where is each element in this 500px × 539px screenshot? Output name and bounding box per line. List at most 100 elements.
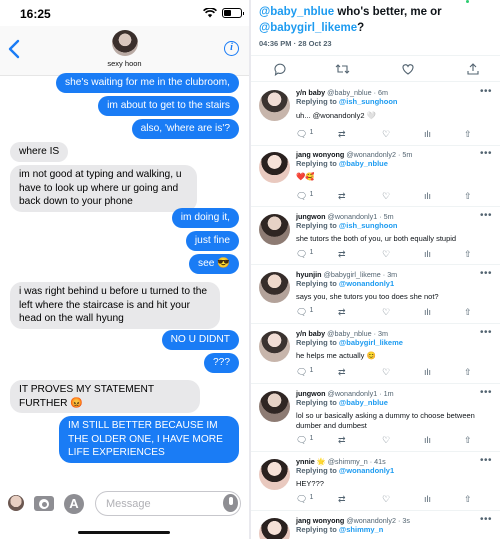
avatar[interactable] [259, 391, 290, 422]
share-icon[interactable] [466, 62, 480, 76]
reply-author-handle[interactable]: @wonandonly2 [346, 516, 396, 525]
avatar[interactable] [259, 214, 290, 245]
more-options-icon[interactable]: ••• [480, 455, 492, 466]
home-indicator[interactable] [78, 531, 170, 534]
app-store-icon[interactable]: A [64, 494, 84, 514]
reply-tweet[interactable]: y/n baby @baby_nblue · 3m ••• Replying t… [251, 327, 500, 383]
camera-icon[interactable] [34, 496, 54, 511]
reply-icon[interactable] [273, 62, 287, 76]
contact-avatar[interactable] [112, 30, 138, 56]
views-icon[interactable]: ılı [424, 307, 431, 317]
share-icon[interactable]: ⇧ [464, 307, 472, 318]
reply-icon[interactable]: 🗨 1 [296, 191, 313, 202]
reply-author-handle[interactable]: @wonandonly1 [328, 212, 378, 221]
like-heart-icon[interactable]: ♡ [382, 494, 390, 505]
reply-author-name[interactable]: jang wonyong [296, 516, 344, 525]
reply-icon[interactable]: 🗨 1 [296, 367, 313, 378]
memoji-icon[interactable] [8, 495, 24, 511]
more-options-icon[interactable]: ••• [480, 268, 492, 279]
reply-author-handle[interactable]: @shimmy_n [328, 457, 368, 466]
replying-to-mention[interactable]: @baby_nblue [339, 398, 388, 407]
views-icon[interactable]: ılı [424, 191, 431, 201]
reply-icon[interactable]: 🗨 1 [296, 494, 313, 505]
more-options-icon[interactable]: ••• [480, 327, 492, 338]
reply-author-name[interactable]: jang wonyong [296, 150, 344, 159]
like-heart-icon[interactable]: ♡ [382, 307, 390, 318]
views-icon[interactable]: ılı [424, 494, 431, 504]
reply-author-handle[interactable]: @baby_nblue [327, 88, 371, 97]
reply-icon[interactable]: 🗨 1 [296, 435, 313, 446]
reply-author-name[interactable]: jungwon [296, 212, 326, 221]
reply-tweet[interactable]: jang wonyong @wonandonly2 · 3s ••• Reply… [251, 514, 500, 539]
reply-author-name[interactable]: y/n baby [296, 88, 325, 97]
replying-to-mention[interactable]: @ish_sunghoon [339, 221, 398, 230]
replying-to-mention[interactable]: @babygirl_likeme [339, 338, 403, 347]
contact-name[interactable]: sexy hoon [0, 59, 249, 68]
reply-author-handle[interactable]: @wonandonly2 [346, 150, 396, 159]
retweet-icon[interactable] [335, 62, 350, 76]
views-icon[interactable]: ılı [424, 249, 431, 259]
info-icon[interactable]: i [224, 41, 239, 56]
avatar[interactable] [259, 272, 290, 303]
like-heart-icon[interactable] [401, 62, 415, 76]
views-icon[interactable]: ılı [424, 367, 431, 377]
avatar[interactable] [259, 518, 290, 539]
more-options-icon[interactable]: ••• [480, 210, 492, 221]
share-icon[interactable]: ⇧ [464, 435, 472, 446]
replying-to-mention[interactable]: @wonandonly1 [339, 279, 394, 288]
replying-to-mention[interactable]: @shimmy_n [339, 525, 383, 534]
reply-tweet[interactable]: jungwon @wonandonly1 · 5m ••• Replying t… [251, 210, 500, 266]
views-icon[interactable]: ılı [424, 129, 431, 139]
avatar[interactable] [259, 90, 290, 121]
reply-author-handle[interactable]: @baby_nblue [327, 329, 371, 338]
share-icon[interactable]: ⇧ [464, 129, 472, 140]
reply-tweet[interactable]: y/n baby @baby_nblue · 6m ••• Replying t… [251, 86, 500, 144]
message-input[interactable]: Message [95, 491, 241, 516]
avatar[interactable] [259, 152, 290, 183]
reply-author-handle[interactable]: @babygirl_likeme [324, 270, 381, 279]
reply-author-name[interactable]: ynnie 🌟 [296, 457, 326, 466]
reply-tweet[interactable]: jungwon @wonandonly1 · 1m ••• Replying t… [251, 387, 500, 451]
reply-author-name[interactable]: hyunjin [296, 270, 322, 279]
reply-author-name[interactable]: jungwon [296, 389, 326, 398]
more-options-icon[interactable]: ••• [480, 387, 492, 398]
retweet-icon[interactable]: ⇄ [338, 191, 346, 202]
share-icon[interactable]: ⇧ [464, 191, 472, 202]
reply-action-bar: 🗨 1 ⇄ ♡ ılı ⇧ [296, 129, 491, 141]
tweet-mention[interactable]: @baby_nblue [259, 6, 334, 18]
retweet-icon[interactable]: ⇄ [338, 494, 346, 505]
like-heart-icon[interactable]: ♡ [382, 249, 390, 260]
reply-author-name[interactable]: y/n baby [296, 329, 325, 338]
like-heart-icon[interactable]: ♡ [382, 129, 390, 140]
like-heart-icon[interactable]: ♡ [382, 435, 390, 446]
reply-author-handle[interactable]: @wonandonly1 [328, 389, 378, 398]
reply-tweet[interactable]: hyunjin @babygirl_likeme · 3m ••• Replyi… [251, 268, 500, 324]
replying-to-mention[interactable]: @ish_sunghoon [339, 97, 398, 106]
avatar[interactable] [259, 459, 290, 490]
share-icon[interactable]: ⇧ [464, 494, 472, 505]
share-icon[interactable]: ⇧ [464, 249, 472, 260]
reply-tweet[interactable]: jang wonyong @wonandonly2 · 5m ••• Reply… [251, 148, 500, 208]
tweet-mention[interactable]: @babygirl_likeme [259, 22, 357, 34]
avatar[interactable] [259, 331, 290, 362]
retweet-icon[interactable]: ⇄ [338, 307, 346, 318]
views-icon[interactable]: ılı [424, 435, 431, 445]
reply-tweet[interactable]: ynnie 🌟 @shimmy_n · 41s ••• Replying to … [251, 455, 500, 509]
back-chevron-icon[interactable] [8, 39, 20, 59]
share-icon[interactable]: ⇧ [464, 367, 472, 378]
like-heart-icon[interactable]: ♡ [382, 191, 390, 202]
reply-icon[interactable]: 🗨 1 [296, 249, 313, 260]
microphone-icon[interactable] [223, 494, 238, 512]
reply-icon[interactable]: 🗨 1 [296, 307, 313, 318]
retweet-icon[interactable]: ⇄ [338, 367, 346, 378]
replying-to-mention[interactable]: @baby_nblue [339, 159, 388, 168]
reply-icon[interactable]: 🗨 1 [296, 129, 313, 140]
more-options-icon[interactable]: ••• [480, 514, 492, 525]
retweet-icon[interactable]: ⇄ [338, 249, 346, 260]
retweet-icon[interactable]: ⇄ [338, 129, 346, 140]
replying-to-mention[interactable]: @wonandonly1 [339, 466, 394, 475]
like-heart-icon[interactable]: ♡ [382, 367, 390, 378]
more-options-icon[interactable]: ••• [480, 86, 492, 97]
more-options-icon[interactable]: ••• [480, 148, 492, 159]
retweet-icon[interactable]: ⇄ [338, 435, 346, 446]
